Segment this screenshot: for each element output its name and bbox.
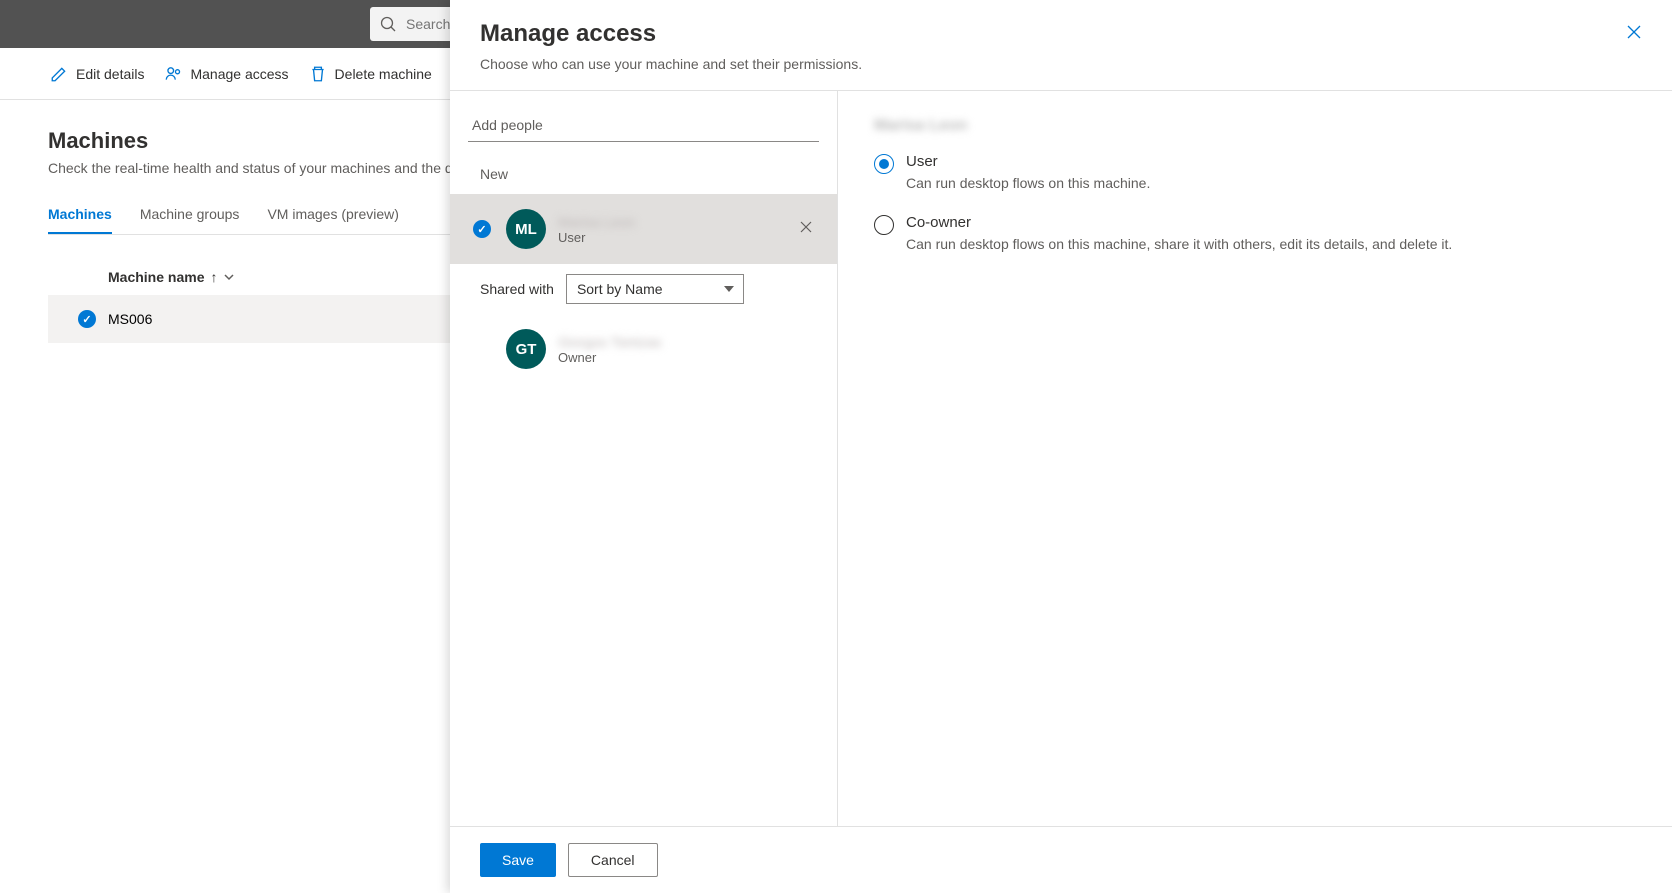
manage-access-panel: Manage access Choose who can use your ma… [450, 0, 1672, 893]
add-people-input[interactable] [468, 109, 819, 142]
save-button[interactable]: Save [480, 843, 556, 877]
panel-header: Manage access Choose who can use your ma… [450, 0, 1672, 91]
delete-machine-button[interactable]: Delete machine [309, 65, 432, 83]
sort-asc-icon: ↑ [210, 269, 217, 285]
col-machine-name[interactable]: Machine name ↑ [108, 269, 235, 285]
avatar: GT [506, 329, 546, 369]
tab-vm-images[interactable]: VM images (preview) [267, 196, 398, 234]
row-machine-name: MS006 [108, 311, 152, 327]
cancel-button[interactable]: Cancel [568, 843, 658, 877]
person-name: Marisa Leon [558, 214, 787, 230]
check-icon [78, 310, 96, 328]
radio-text: Co-owner Can run desktop flows on this m… [906, 214, 1452, 255]
person-name: Giorgos Tsintzas [558, 334, 813, 350]
close-icon [1626, 24, 1642, 40]
radio-title: User [906, 153, 1150, 170]
avatar: ML [506, 209, 546, 249]
permissions-column: Marisa Leon User Can run desktop flows o… [838, 91, 1672, 826]
edit-label: Edit details [76, 66, 144, 82]
radio-coowner[interactable] [874, 215, 894, 235]
person-info: Marisa Leon User [558, 214, 787, 245]
people-icon [164, 65, 182, 83]
new-section-label: New [450, 142, 837, 194]
radio-desc: Can run desktop flows on this machine, s… [906, 235, 1452, 255]
radio-desc: Can run desktop flows on this machine. [906, 174, 1150, 194]
radio-title: Co-owner [906, 214, 1452, 231]
col-label: Machine name [108, 269, 204, 285]
person-row-shared[interactable]: GT Giorgos Tsintzas Owner [450, 314, 837, 384]
check-icon [473, 220, 491, 238]
row-check[interactable] [66, 310, 108, 328]
close-button[interactable] [1626, 24, 1642, 45]
panel-title: Manage access [480, 20, 1642, 48]
tab-machines[interactable]: Machines [48, 196, 112, 234]
chevron-down-icon [223, 271, 235, 283]
person-row-new[interactable]: ML Marisa Leon User [450, 194, 837, 264]
sort-dropdown[interactable]: Sort by Name [566, 274, 744, 304]
person-check[interactable] [470, 220, 494, 238]
people-column: New ML Marisa Leon User Shared with Sort… [450, 91, 838, 826]
sort-value: Sort by Name [566, 274, 744, 304]
manage-label: Manage access [190, 66, 288, 82]
close-icon [799, 220, 813, 234]
shared-with-row: Shared with Sort by Name [450, 264, 837, 314]
permission-option-coowner[interactable]: Co-owner Can run desktop flows on this m… [874, 214, 1636, 255]
shared-with-label: Shared with [480, 281, 554, 297]
permission-option-user[interactable]: User Can run desktop flows on this machi… [874, 153, 1636, 194]
tab-machine-groups[interactable]: Machine groups [140, 196, 240, 234]
radio-user[interactable] [874, 154, 894, 174]
person-role: Owner [558, 350, 813, 365]
search-icon [380, 16, 396, 32]
trash-icon [309, 65, 327, 83]
selected-person-name: Marisa Leon [874, 117, 967, 135]
edit-details-button[interactable]: Edit details [50, 65, 144, 83]
radio-text: User Can run desktop flows on this machi… [906, 153, 1150, 194]
pencil-icon [50, 65, 68, 83]
panel-subtitle: Choose who can use your machine and set … [480, 56, 1642, 72]
remove-person-button[interactable] [799, 220, 813, 239]
panel-footer: Save Cancel [450, 826, 1672, 893]
person-role: User [558, 230, 787, 245]
panel-body: New ML Marisa Leon User Shared with Sort… [450, 91, 1672, 826]
delete-label: Delete machine [335, 66, 432, 82]
manage-access-button[interactable]: Manage access [164, 65, 288, 83]
person-info: Giorgos Tsintzas Owner [558, 334, 813, 365]
